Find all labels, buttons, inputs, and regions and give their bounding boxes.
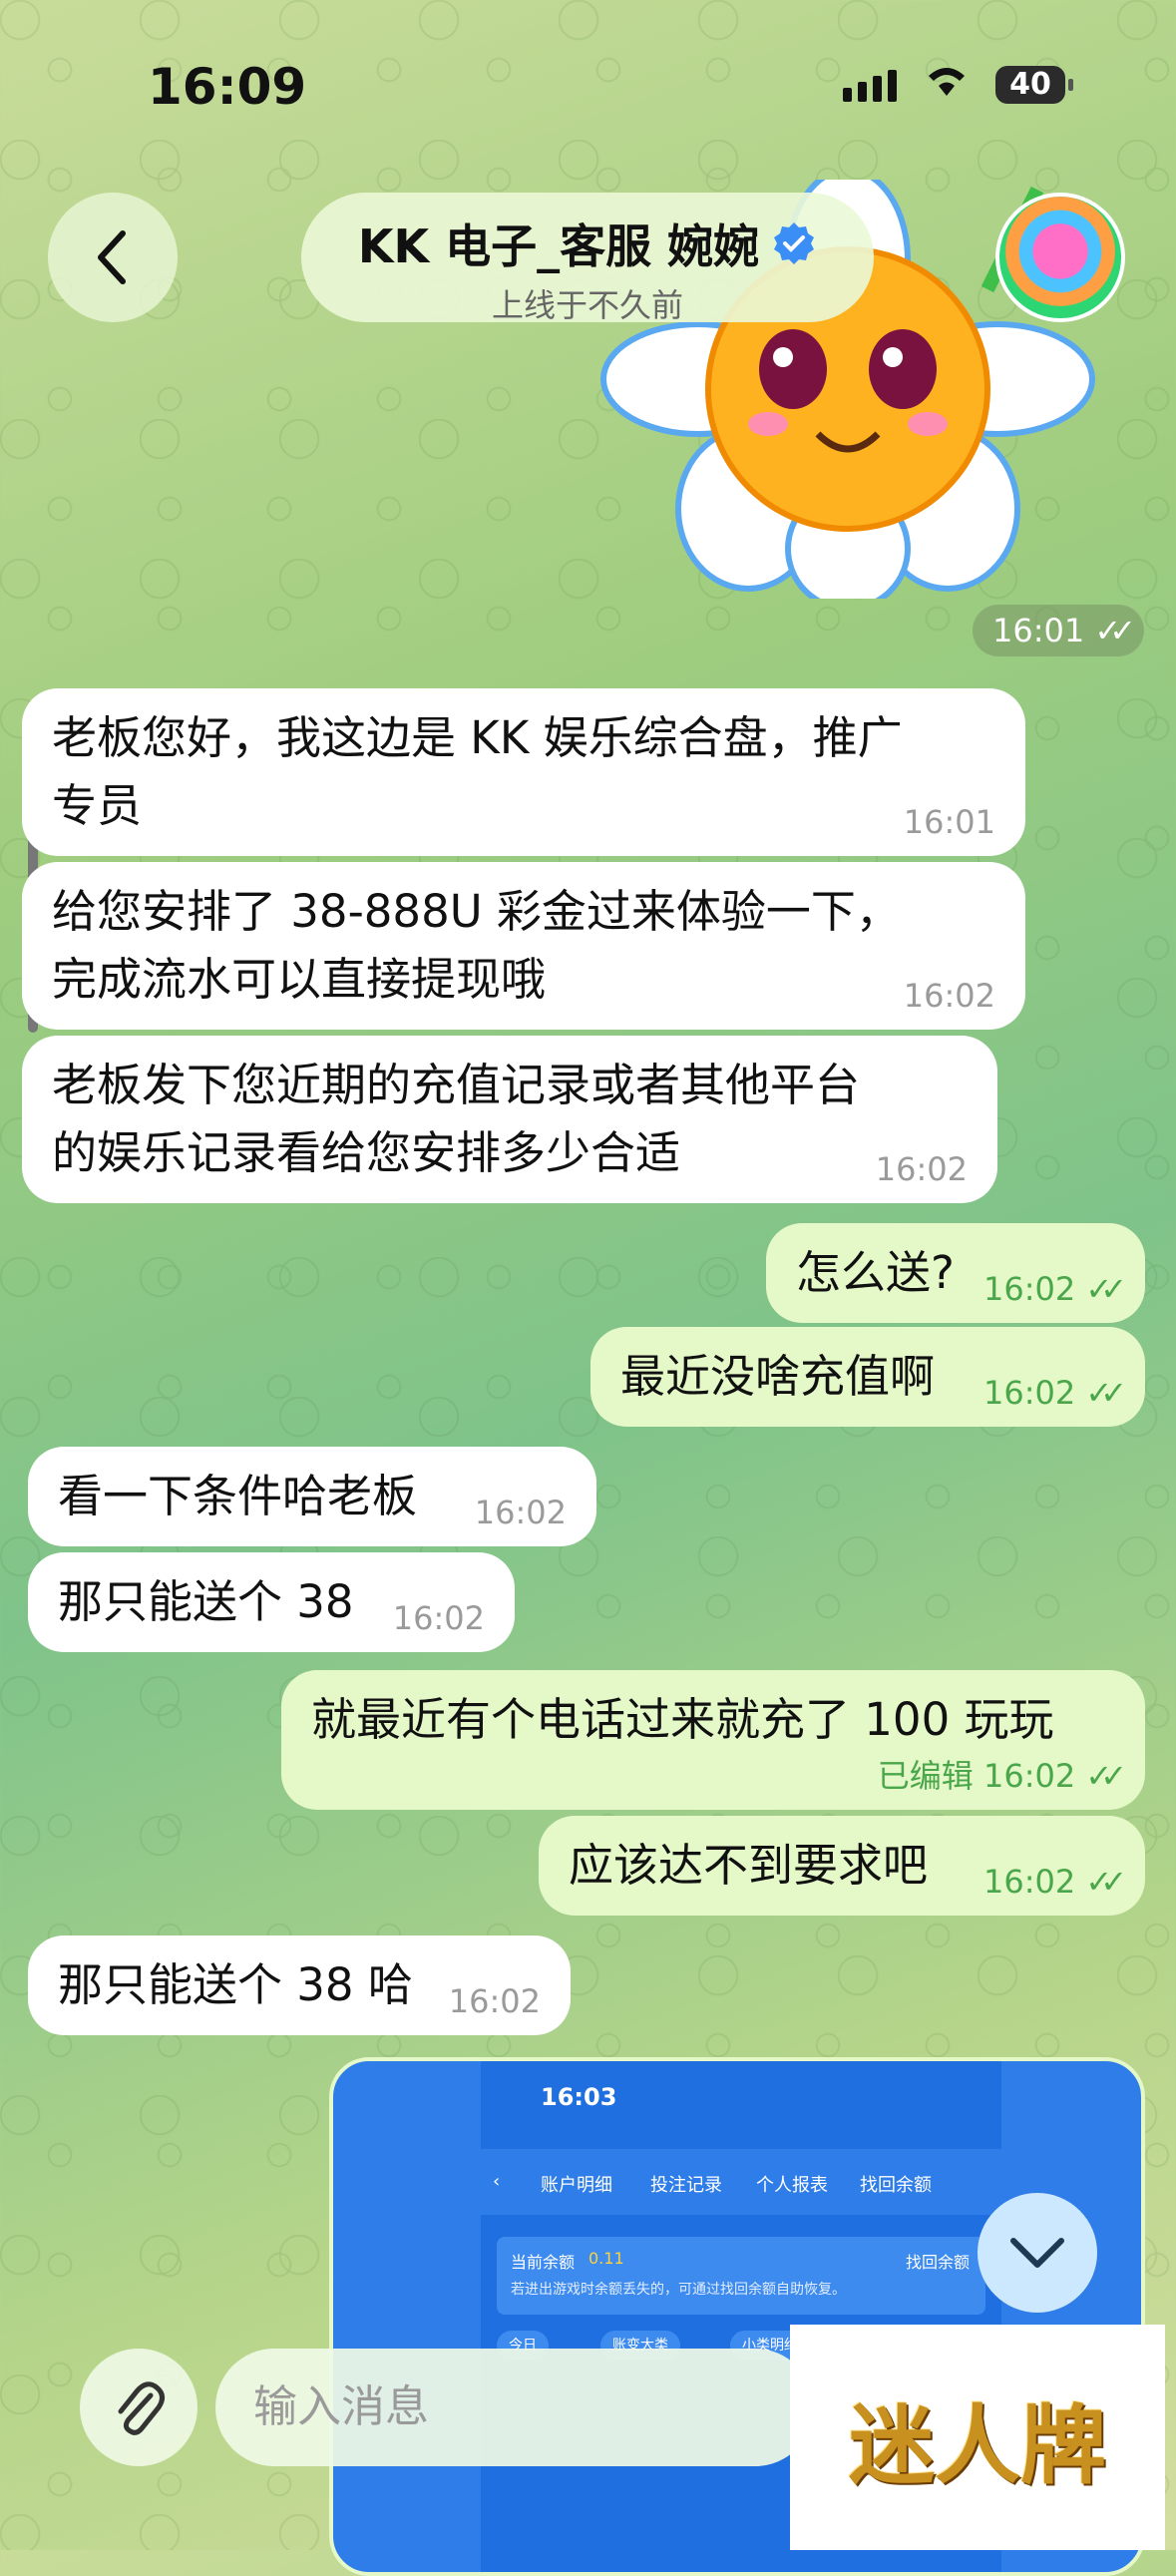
- chevron-down-icon: [1010, 2238, 1064, 2268]
- message-text: 专员: [52, 779, 143, 832]
- message-bubble-incoming[interactable]: 看一下条件哈老板 16:02: [28, 1447, 596, 1546]
- embedded-balance-card: 当前余额 0.11 找回余额 若进出游戏时余额丢失的，可通过找回余额自助恢复。: [497, 2237, 985, 2315]
- message-text: 最近没啥充值啊: [620, 1350, 936, 1403]
- message-time: 16:02 ✓✓: [982, 1374, 1127, 1412]
- message-text: 给您安排了 38-888U 彩金过来体验一下，: [52, 885, 901, 938]
- message-bubble-outgoing[interactable]: 就最近有个电话过来就充了 100 玩玩 已编辑 16:02 ✓✓: [281, 1670, 1145, 1810]
- chat-last-seen: 上线于不久前: [491, 286, 683, 324]
- embedded-back-icon: ‹: [493, 2171, 501, 2192]
- chat-title: KK 电子_客服 婉婉: [357, 219, 760, 273]
- message-time: 16:02: [903, 977, 995, 1015]
- read-checks-icon: ✓✓: [1094, 612, 1135, 649]
- message-text: 那只能送个 38 哈: [58, 1958, 413, 2011]
- message-text: 那只能送个 38: [58, 1575, 354, 1628]
- read-checks-icon: ✓✓: [1085, 1374, 1126, 1412]
- cellular-signal-icon: [843, 70, 897, 102]
- message-time: 16:02: [875, 1150, 968, 1188]
- embedded-tab: 找回余额: [860, 2175, 932, 2196]
- watermark-text: 迷人牌: [849, 2394, 1106, 2496]
- attach-button[interactable]: [80, 2349, 197, 2466]
- message-time: 16:02: [474, 1494, 567, 1531]
- message-bubble-outgoing[interactable]: 怎么送? 16:02 ✓✓: [766, 1223, 1145, 1323]
- read-checks-icon: ✓✓: [1085, 1863, 1126, 1901]
- message-bubble-incoming[interactable]: 老板发下您近期的充值记录或者其他平台 的娱乐记录看给您安排多少合适 16:02: [22, 1036, 997, 1203]
- balance-label: 当前余额: [511, 2253, 576, 2272]
- message-text: 应该达不到要求吧: [569, 1839, 929, 1892]
- scroll-to-bottom-button[interactable]: [978, 2193, 1097, 2313]
- chat-title-header[interactable]: KK 电子_客服 婉婉 上线于不久前: [301, 193, 874, 324]
- embedded-tab-bar: ‹ 账户明细 投注记录 个人报表 找回余额: [481, 2149, 1001, 2215]
- message-bubble-incoming[interactable]: 给您安排了 38-888U 彩金过来体验一下， 完成流水可以直接提现哦 16:0…: [22, 862, 1025, 1030]
- sticker-timestamp: 16:01 ✓✓: [973, 605, 1145, 656]
- message-text: 完成流水可以直接提现哦: [52, 953, 547, 1006]
- message-input-placeholder: 输入消息: [253, 2381, 429, 2432]
- balance-value: 0.11: [588, 2249, 624, 2268]
- paperclip-icon: [118, 2381, 165, 2435]
- message-bubble-incoming[interactable]: 老板您好，我这边是 KK 娱乐综合盘，推广 专员 16:01: [22, 688, 1025, 856]
- status-bar: 16:09 40: [0, 0, 1176, 150]
- balance-hint: 若进出游戏时余额丢失的，可通过找回余额自助恢复。: [511, 2282, 846, 2298]
- chat-title-row: KK 电子_客服 婉婉: [301, 211, 874, 276]
- recover-balance-link: 找回余额: [905, 2253, 970, 2272]
- embedded-status-time: 16:03: [541, 2083, 617, 2111]
- message-time: 16:01: [903, 803, 995, 841]
- message-time: 已编辑 16:02 ✓✓: [877, 1757, 1127, 1795]
- edited-label: 已编辑: [877, 1757, 974, 1795]
- message-bubble-outgoing[interactable]: 最近没啥充值啊 16:02 ✓✓: [590, 1327, 1145, 1427]
- battery-icon: 40: [995, 66, 1073, 104]
- message-text: 就最近有个电话过来就充了 100 玩玩: [311, 1693, 1054, 1746]
- message-bubble-outgoing[interactable]: 应该达不到要求吧 16:02 ✓✓: [539, 1816, 1145, 1916]
- message-text: 看一下条件哈老板: [58, 1470, 418, 1522]
- message-bubble-incoming[interactable]: 那只能送个 38 哈 16:02: [28, 1935, 571, 2035]
- read-checks-icon: ✓✓: [1085, 1757, 1126, 1795]
- chevron-left-icon: [98, 230, 126, 284]
- message-input[interactable]: 输入消息: [215, 2349, 814, 2466]
- message-text: 的娱乐记录看给您安排多少合适: [52, 1126, 681, 1179]
- embedded-tab: 个人报表: [756, 2175, 828, 2196]
- read-checks-icon: ✓✓: [1085, 1270, 1126, 1308]
- message-time: 16:02: [392, 1599, 485, 1637]
- message-text: 老板您好，我这边是 KK 娱乐综合盘，推广: [52, 711, 903, 764]
- status-time: 16:09: [148, 58, 307, 116]
- message-text: 怎么送?: [796, 1246, 955, 1299]
- message-text: 老板发下您近期的充值记录或者其他平台: [52, 1059, 861, 1111]
- watermark-logo: 迷人牌: [790, 2325, 1165, 2550]
- embedded-tab: 账户明细: [541, 2175, 612, 2196]
- message-bubble-incoming[interactable]: 那只能送个 38 16:02: [28, 1552, 515, 1652]
- message-time-text: 16:02: [982, 1863, 1076, 1901]
- embedded-tab: 投注记录: [650, 2175, 722, 2196]
- verified-badge-icon: [774, 222, 815, 264]
- message-time-text: 16:02: [982, 1270, 1076, 1308]
- sticker-time-text: 16:01: [992, 612, 1085, 649]
- message-time: 16:02 ✓✓: [982, 1863, 1127, 1901]
- message-time: 16:02 ✓✓: [982, 1270, 1127, 1308]
- message-time-text: 16:02: [982, 1374, 1076, 1412]
- message-time: 16:02: [448, 1982, 541, 2020]
- contact-avatar[interactable]: [995, 193, 1125, 322]
- back-button[interactable]: [48, 193, 178, 322]
- message-time-text: 16:02: [982, 1757, 1076, 1795]
- wifi-icon: [929, 68, 965, 96]
